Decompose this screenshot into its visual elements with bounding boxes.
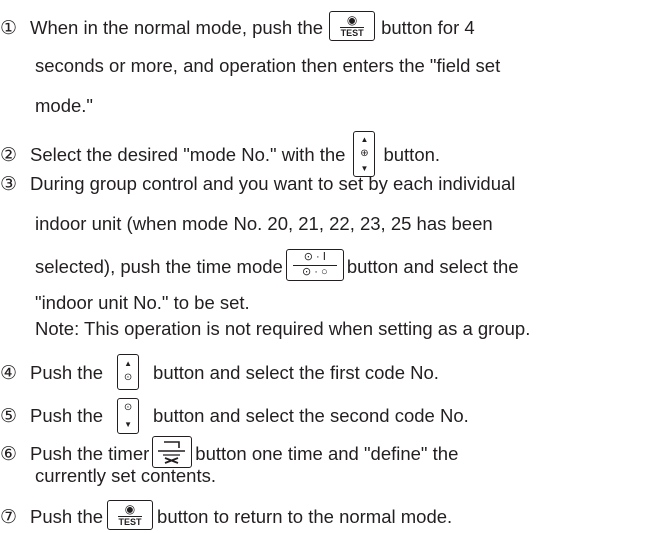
step-6-line-1: ⑥ Push the timer button one time and "defi… bbox=[0, 436, 459, 468]
step-3-line-4: "indoor unit No." to be set. bbox=[35, 292, 250, 313]
test-button-icon: ◉ TEST bbox=[107, 500, 154, 530]
clock-icon: ⊙ bbox=[123, 402, 133, 413]
eye-icon: ◉ bbox=[124, 502, 136, 516]
step-text: Push the bbox=[30, 361, 104, 383]
step-5-line-1: ⑤ Push the ⊙ ▼ button and select the second … bbox=[0, 398, 469, 434]
time-mode-button-icon: ⊙ · Ⅰ ⊙ · ○ bbox=[285, 249, 344, 281]
step-text: button to return to the normal mode. bbox=[157, 505, 453, 527]
down-clock-button-icon: ⊙ ▼ bbox=[117, 398, 140, 434]
step-7-line-1: ⑦ Push the ◉ TEST button to return to the no… bbox=[0, 500, 453, 530]
step-1-line-1: ① When in the normal mode, push the ◉ TEST b… bbox=[0, 11, 475, 41]
up-arrow-icon: ▲ bbox=[124, 359, 132, 368]
step-text: button and select the first code No. bbox=[153, 361, 439, 383]
step-number: ③ bbox=[0, 174, 18, 195]
step-number: ⑦ bbox=[0, 506, 18, 528]
step-1-line-3: mode." bbox=[35, 95, 93, 116]
step-number: ⑤ bbox=[0, 405, 18, 427]
test-label: TEST bbox=[118, 517, 142, 527]
step-text: button and select the second code No. bbox=[153, 404, 469, 426]
step-text: button one time and "define" the bbox=[195, 442, 459, 464]
step-4-line-1: ④ Push the ▲ ⊙ button and select the first c… bbox=[0, 354, 439, 390]
up-arrow-icon: ▲ bbox=[360, 135, 369, 144]
step-2-line-1: ② Select the desired "mode No." with the ▲… bbox=[0, 131, 440, 177]
step-text: When in the normal mode, push the bbox=[30, 16, 324, 38]
test-label: TEST bbox=[340, 28, 364, 38]
test-button-icon: ◉ TEST bbox=[329, 11, 376, 41]
up-clock-button-icon: ▲ ⊙ bbox=[117, 354, 140, 390]
step-3-line-3: selected), push the time mode ⊙ · Ⅰ ⊙ · ○ b… bbox=[35, 249, 519, 281]
down-arrow-icon: ▼ bbox=[124, 420, 132, 429]
step-text: Push the timer bbox=[30, 442, 150, 464]
mode-updown-button-icon: ▲ ⊕ ▼ bbox=[353, 131, 376, 177]
step-3-line-2: indoor unit (when mode No. 20, 21, 22, 2… bbox=[35, 213, 493, 234]
clock-one-icon: ⊙ · Ⅰ bbox=[303, 251, 326, 263]
step-number: ② bbox=[0, 144, 18, 166]
step-number: ⑥ bbox=[0, 443, 18, 465]
step-3-note: Note: This operation is not required whe… bbox=[35, 318, 531, 339]
step-text: button for 4 bbox=[381, 16, 475, 38]
step-text: Select the desired "mode No." with the bbox=[30, 143, 346, 165]
instruction-document: ① When in the normal mode, push the ◉ TEST b… bbox=[0, 0, 659, 532]
step-number: ④ bbox=[0, 362, 18, 384]
step-text: button and select the bbox=[346, 255, 519, 277]
step-3-line-1: ③ During group control and you want to se… bbox=[0, 172, 515, 196]
step-text: During group control and you want to set… bbox=[30, 173, 516, 194]
step-text: selected), push the time mode bbox=[35, 255, 283, 277]
eye-icon: ◉ bbox=[346, 13, 358, 27]
step-6-line-2: currently set contents. bbox=[35, 465, 216, 486]
mode-icon: ⊕ bbox=[360, 148, 369, 159]
step-1-line-2: seconds or more, and operation then ente… bbox=[35, 55, 501, 76]
step-text: Push the bbox=[30, 404, 104, 426]
timer-icon bbox=[158, 441, 186, 464]
clock-off-icon: ⊙ · ○ bbox=[302, 266, 328, 278]
step-number: ① bbox=[0, 17, 18, 39]
step-text: Push the bbox=[30, 505, 104, 527]
clock-icon: ⊙ bbox=[123, 372, 133, 383]
step-text: button. bbox=[383, 143, 441, 165]
